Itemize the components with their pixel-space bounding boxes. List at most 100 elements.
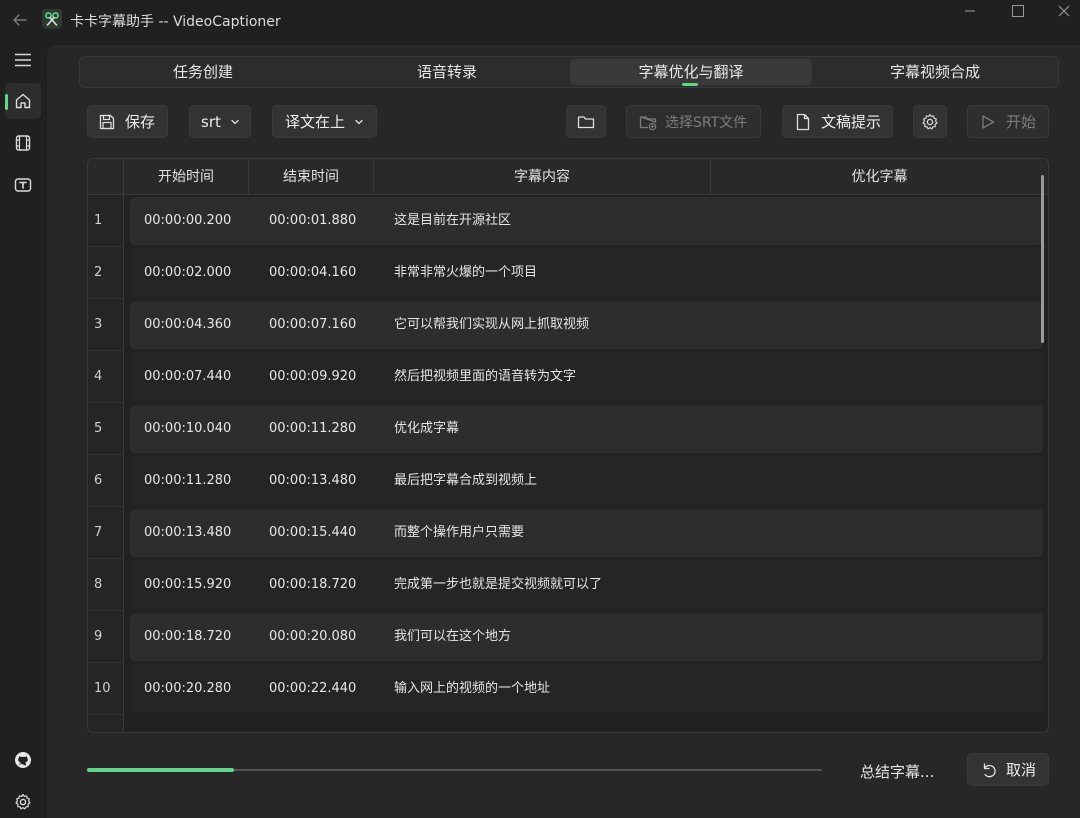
cell-subtitle-content[interactable]: 非常非常火爆的一个项目 — [394, 247, 537, 299]
folder-add-icon — [639, 115, 657, 130]
row-background — [130, 249, 1043, 297]
chevron-down-icon — [231, 119, 239, 124]
cell-end-time[interactable]: 00:00:20.080 — [269, 611, 356, 663]
save-button-label: 保存 — [125, 113, 156, 131]
cell-start-time[interactable]: 00:00:20.280 — [144, 663, 231, 715]
start-button-label: 开始 — [1006, 113, 1037, 131]
cell-end-time[interactable]: 00:00:15.440 — [269, 507, 356, 559]
tab-bar: 任务创建 语音转录 字幕优化与翻译 字幕视频合成 — [79, 56, 1059, 88]
maximize-button[interactable] — [995, 0, 1041, 22]
cell-end-time[interactable]: 00:00:09.920 — [269, 351, 356, 403]
progress-bar-fill — [87, 768, 234, 772]
cell-end-time[interactable]: 00:00:13.480 — [269, 455, 356, 507]
header-end-time[interactable]: 结束时间 — [249, 159, 374, 195]
nav-subtitle[interactable] — [5, 167, 41, 203]
tab-subtitle-optimization[interactable]: 字幕优化与翻译 — [570, 59, 812, 86]
table-row[interactable]: 9 00:00:18.720 00:00:20.080 我们可以在这个地方 — [88, 611, 1048, 663]
cell-start-time[interactable]: 00:00:04.360 — [144, 299, 231, 351]
cell-start-time[interactable]: 00:00:15.920 — [144, 559, 231, 611]
cell-end-time[interactable]: 00:00:04.160 — [269, 247, 356, 299]
cell-start-time[interactable]: 00:00:02.000 — [144, 247, 231, 299]
close-window-button[interactable] — [1041, 0, 1080, 22]
cell-subtitle-content[interactable]: 然后把视频里面的语音转为文字 — [394, 351, 576, 403]
navigation-rail — [0, 40, 46, 818]
cell-start-time[interactable]: 00:00:00.200 — [144, 195, 231, 247]
cell-start-time[interactable]: 00:00:11.280 — [144, 455, 231, 507]
tab-video-synthesis[interactable]: 字幕视频合成 — [814, 59, 1056, 85]
save-button[interactable]: 保存 — [87, 105, 168, 138]
table-header: 开始时间 结束时间 字幕内容 优化字幕 — [88, 159, 1048, 195]
back-arrow-icon[interactable] — [10, 10, 30, 30]
menu-toggle-button[interactable] — [5, 42, 41, 78]
cell-subtitle-content[interactable]: 它可以帮我们实现从网上抓取视频 — [394, 299, 589, 351]
document-icon — [796, 113, 810, 130]
row-index: 1 — [88, 195, 124, 247]
cell-end-time[interactable]: 00:00:11.280 — [269, 403, 356, 455]
row-index: 6 — [88, 455, 124, 507]
cell-start-time[interactable]: 00:00:10.040 — [144, 403, 231, 455]
cell-start-time[interactable]: 00:00:07.440 — [144, 351, 231, 403]
progress-bar — [87, 768, 822, 772]
open-folder-button[interactable] — [566, 105, 606, 138]
vertical-scrollbar[interactable] — [1041, 175, 1044, 343]
table-row[interactable]: 7 00:00:13.480 00:00:15.440 而整个操作用户只需要 — [88, 507, 1048, 559]
header-optimized-subtitle[interactable]: 优化字幕 — [711, 159, 1048, 195]
format-dropdown[interactable]: srt — [189, 105, 251, 138]
nav-home[interactable] — [5, 83, 41, 119]
tab-task-creation[interactable]: 任务创建 — [82, 59, 324, 85]
film-icon — [15, 135, 31, 151]
tab-speech-transcription[interactable]: 语音转录 — [326, 59, 568, 85]
table-row[interactable]: 8 00:00:15.920 00:00:18.720 完成第一步也就是提交视频就可以… — [88, 559, 1048, 611]
cell-end-time[interactable]: 00:00:22.440 — [269, 663, 356, 715]
cell-subtitle-content[interactable]: 这是目前在开源社区 — [394, 195, 511, 247]
start-button[interactable]: 开始 — [967, 105, 1049, 138]
format-dropdown-value: srt — [201, 112, 221, 131]
table-row[interactable]: 3 00:00:04.360 00:00:07.160 它可以帮我们实现从网上抓取视频 — [88, 299, 1048, 351]
cell-subtitle-content[interactable]: 最后把字幕合成到视频上 — [394, 455, 537, 507]
select-srt-file-button[interactable]: 选择SRT文件 — [626, 105, 761, 138]
minimize-button[interactable] — [947, 0, 993, 22]
table-row[interactable]: 1 00:00:00.200 00:00:01.880 这是目前在开源社区 — [88, 195, 1048, 247]
row-background — [130, 613, 1043, 661]
window-title: 卡卡字幕助手 -- VideoCaptioner — [70, 14, 281, 30]
undo-icon — [983, 762, 996, 777]
row-background — [130, 509, 1043, 557]
table-row[interactable]: 10 00:00:20.280 00:00:22.440 输入网上的视频的一个地址 — [88, 663, 1048, 715]
row-index: 5 — [88, 403, 124, 455]
table-row[interactable]: 2 00:00:02.000 00:00:04.160 非常非常火爆的一个项目 — [88, 247, 1048, 299]
cell-subtitle-content[interactable]: 优化成字幕 — [394, 403, 459, 455]
row-index: 9 — [88, 611, 124, 663]
active-tab-indicator — [682, 83, 698, 86]
chevron-down-icon — [355, 119, 363, 124]
cell-end-time[interactable]: 00:00:18.720 — [269, 559, 356, 611]
options-button[interactable] — [913, 105, 947, 138]
nav-video[interactable] — [5, 125, 41, 161]
table-row[interactable]: 4 00:00:07.440 00:00:09.920 然后把视频里面的语音转为文字 — [88, 351, 1048, 403]
save-icon — [99, 114, 115, 129]
cell-end-time[interactable]: 00:00:01.880 — [269, 195, 356, 247]
cell-start-time[interactable]: 00:00:18.720 — [144, 611, 231, 663]
cell-end-time[interactable]: 00:00:07.160 — [269, 299, 356, 351]
subtitle-icon — [14, 178, 32, 192]
cell-subtitle-content[interactable]: 我们可以在这个地方 — [394, 611, 511, 663]
cell-subtitle-content[interactable]: 输入网上的视频的一个地址 — [394, 663, 550, 715]
document-prompt-button[interactable]: 文稿提示 — [782, 105, 893, 138]
cell-subtitle-content[interactable]: 完成第一步也就是提交视频就可以了 — [394, 559, 602, 611]
table-row[interactable]: 5 00:00:10.040 00:00:11.280 优化成字幕 — [88, 403, 1048, 455]
row-index: 2 — [88, 247, 124, 299]
header-start-time[interactable]: 开始时间 — [124, 159, 249, 195]
cell-start-time[interactable]: 00:00:13.480 — [144, 507, 231, 559]
table-row[interactable]: 6 00:00:11.280 00:00:13.480 最后把字幕合成到视频上 — [88, 455, 1048, 507]
select-srt-file-label: 选择SRT文件 — [665, 114, 748, 131]
app-logo-icon — [42, 9, 62, 29]
github-link[interactable] — [5, 742, 41, 778]
cell-subtitle-content[interactable]: 而整个操作用户只需要 — [394, 507, 524, 559]
settings-gear-icon — [922, 113, 938, 129]
folder-icon — [577, 115, 595, 128]
tab-label: 字幕优化与翻译 — [638, 63, 744, 81]
layout-dropdown[interactable]: 译文在上 — [272, 105, 377, 138]
settings-button[interactable] — [5, 784, 41, 818]
header-subtitle-content[interactable]: 字幕内容 — [374, 159, 711, 195]
row-index: 7 — [88, 507, 124, 559]
cancel-button[interactable]: 取消 — [967, 753, 1049, 786]
